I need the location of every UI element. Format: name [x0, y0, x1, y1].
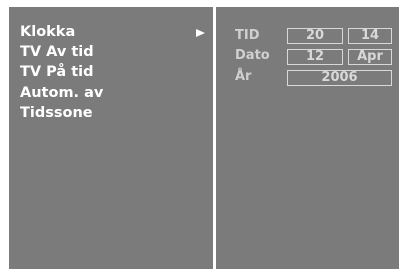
minute-field[interactable]: 14	[348, 28, 392, 44]
date-label: Dato	[235, 48, 270, 63]
menu-item-autom-av[interactable]: Autom. av	[20, 83, 103, 103]
month-field[interactable]: Apr	[348, 49, 392, 65]
year-label: År	[235, 69, 252, 84]
menu-item-tv-pa-tid[interactable]: TV På tid	[20, 62, 94, 82]
year-field[interactable]: 2006	[287, 70, 392, 86]
menu-item-tidssone[interactable]: Tidssone	[20, 103, 93, 123]
time-label: TID	[235, 28, 260, 43]
right-triangle-icon	[196, 29, 205, 37]
day-field[interactable]: 12	[287, 49, 343, 65]
menu-item-klokka[interactable]: Klokka	[20, 22, 75, 42]
tv-osd-screen: Klokka TV Av tid TV På tid Autom. av Tid…	[0, 0, 408, 278]
menu-panel: Klokka TV Av tid TV På tid Autom. av Tid…	[9, 7, 213, 269]
hour-field[interactable]: 20	[287, 28, 343, 44]
clock-settings-panel: TID 20 14 Dato 12 Apr År 2006	[216, 7, 399, 269]
menu-item-tv-av-tid[interactable]: TV Av tid	[20, 42, 94, 62]
